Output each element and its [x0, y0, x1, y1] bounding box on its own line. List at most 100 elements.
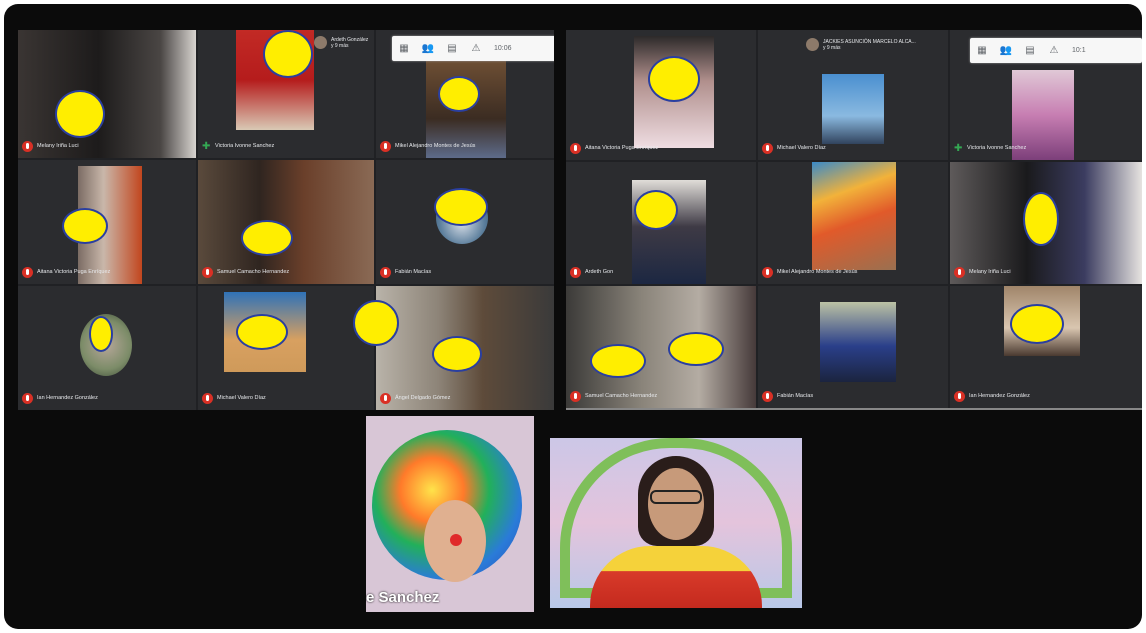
face-blur-overlay — [55, 90, 105, 138]
mic-off-icon — [202, 266, 213, 278]
face-blur-overlay — [236, 314, 288, 350]
participant-label: Fabián Macías — [380, 265, 431, 279]
clock: 10:1 — [1072, 47, 1086, 54]
owner-more: y 9 más — [823, 44, 841, 51]
activities-icon[interactable]: ⚠ — [464, 43, 488, 54]
participant-tile[interactable]: Michael Valero Díaz — [198, 286, 374, 410]
participant-name: Michael Valero Díaz — [217, 395, 266, 401]
participant-tile[interactable]: Mikel Alejandro Montes de Jesús — [758, 162, 948, 284]
clock: 10:06 — [494, 45, 512, 52]
participant-label: Melany Iriña Luci — [22, 139, 79, 153]
participant-label: Michael Valero Díaz — [762, 141, 826, 155]
meeting-screen: Ardeth González y 9 más ▦ 👥 ▤ ⚠ 10:06 Me… — [4, 4, 1142, 629]
participant-label: Ángel Delgado Gómez — [380, 391, 450, 405]
presenter-name-caption: e Sanchez — [366, 589, 440, 606]
face-blur-overlay — [1010, 304, 1064, 344]
mic-off-icon — [22, 392, 33, 404]
participant-name: Samuel Camacho Hernandez — [217, 269, 290, 275]
mic-off-icon — [954, 390, 965, 402]
participant-label: Mikel Alejandro Montes de Jesús — [762, 265, 857, 279]
meeting-toolbar: ▦ 👥 ▤ ⚠ 10:1 — [970, 38, 1142, 63]
face-blur-overlay — [89, 316, 113, 352]
owner-name: JACKIES ASUNCIÓN MARCELO ALCA... — [823, 38, 916, 45]
participant-video — [822, 74, 884, 144]
face-blur-overlay — [241, 220, 293, 256]
participant-video — [820, 302, 896, 382]
participant-name: Michael Valero Díaz — [777, 145, 826, 151]
layout-icon[interactable]: ▦ — [970, 45, 994, 56]
face-blur-overlay — [434, 188, 488, 226]
participant-tile[interactable]: Melany Iriña Luci — [18, 30, 196, 158]
participant-tile[interactable]: Samuel Camacho Hernandez — [566, 286, 756, 408]
activities-icon[interactable]: ⚠ — [1042, 45, 1066, 56]
participant-name: Mikel Alejandro Montes de Jesús — [777, 269, 858, 275]
meeting-owner: Ardeth González y 9 más — [314, 36, 368, 49]
participant-name: Ardeth Gon — [585, 269, 614, 275]
participant-label: Michael Valero Díaz — [202, 391, 266, 405]
layout-icon[interactable]: ▦ — [392, 43, 416, 54]
participant-name: Ángel Delgado Gómez — [395, 395, 451, 401]
participant-label: Fabián Macías — [762, 389, 813, 403]
face-blur-overlay — [1023, 192, 1059, 246]
presenter-clown-video: e Sanchez — [366, 416, 534, 612]
mic-off-icon — [762, 390, 773, 402]
participant-name: Aitana Victoria Puga Enríquez — [585, 145, 659, 151]
participant-name: Victoria Ivonne Sanchez — [967, 145, 1027, 151]
participant-name: Fabián Macías — [777, 393, 814, 399]
chat-icon[interactable]: ▤ — [1018, 45, 1042, 56]
teacher-glasses — [650, 490, 702, 504]
participant-name: Fabián Macías — [395, 269, 432, 275]
mic-off-icon — [762, 142, 773, 154]
mic-off-icon — [380, 140, 391, 152]
mic-off-icon — [380, 266, 391, 278]
participant-label: Ian Hernandez González — [22, 391, 98, 405]
participant-name: Ian Hernandez González — [37, 395, 98, 401]
participant-name: Ian Hernandez González — [969, 393, 1030, 399]
mic-off-icon — [762, 266, 773, 278]
face-blur-overlay — [263, 30, 313, 78]
mic-off-icon — [570, 266, 581, 278]
owner-name: Ardeth González — [331, 36, 369, 43]
participant-name: Mikel Alejandro Montes de Jesús — [395, 143, 476, 149]
participant-tile[interactable]: Samuel Camacho Hernandez — [198, 160, 374, 284]
face-blur-overlay — [648, 56, 700, 102]
mic-off-icon — [570, 390, 581, 402]
participant-label: Aitana Victoria Puga Enríquez — [570, 141, 658, 155]
meeting-toolbar: ▦ 👥 ▤ ⚠ 10:06 — [392, 36, 554, 61]
participant-label: Aitana Victoria Puga Enríquez — [22, 265, 110, 279]
people-icon[interactable]: 👥 — [416, 43, 440, 54]
owner-avatar — [314, 36, 327, 49]
mic-off-icon — [202, 392, 213, 404]
presenter-teacher-video — [550, 438, 802, 608]
participant-name: Melany Iriña Luci — [969, 269, 1011, 275]
participant-name: Samuel Camacho Hernandez — [585, 393, 658, 399]
participant-tile[interactable]: Fabián Macías — [758, 286, 948, 408]
owner-more: y 9 más — [331, 42, 349, 49]
speaking-icon: ✚ — [202, 140, 211, 152]
mic-off-icon — [570, 142, 581, 154]
scroll-indicator — [566, 408, 1142, 410]
mic-off-icon — [22, 140, 33, 152]
participant-video — [812, 162, 896, 270]
meeting-owner: JACKIES ASUNCIÓN MARCELO ALCA... y 9 más — [806, 38, 916, 51]
people-icon[interactable]: 👥 — [994, 45, 1018, 56]
face-blur-overlay — [634, 190, 678, 230]
face-blur-overlay — [668, 332, 724, 366]
mic-off-icon — [22, 266, 33, 278]
participant-label: ✚ Victoria Ivonne Sanchez — [202, 139, 274, 153]
participant-label: Samuel Camacho Hernandez — [570, 389, 657, 403]
speaking-icon: ✚ — [954, 142, 963, 154]
owner-avatar — [806, 38, 819, 51]
chat-icon[interactable]: ▤ — [440, 43, 464, 54]
face-blur-overlay — [62, 208, 108, 244]
participant-name: Melany Iriña Luci — [37, 143, 79, 149]
face-blur-overlay — [432, 336, 482, 372]
participant-name: Victoria Ivonne Sanchez — [215, 143, 275, 149]
teacher-face — [648, 468, 704, 540]
face-blur-overlay — [438, 76, 480, 112]
participant-label: Melany Iriña Luci — [954, 265, 1011, 279]
clown-nose — [450, 534, 462, 546]
mic-off-icon — [954, 266, 965, 278]
participant-name: Aitana Victoria Puga Enríquez — [37, 269, 111, 275]
mic-off-icon — [380, 392, 391, 404]
